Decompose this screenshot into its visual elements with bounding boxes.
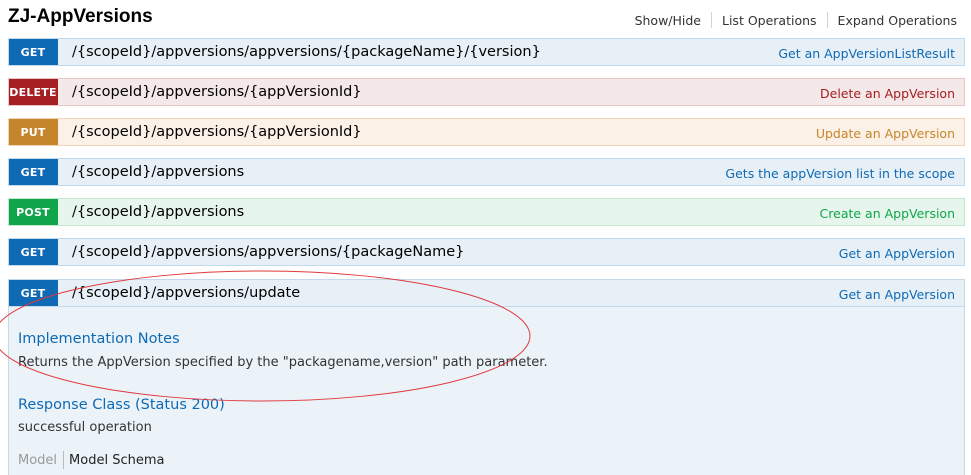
operation-row[interactable]: DELETE /{scopeId}/appversions/{appVersio… — [8, 78, 965, 106]
method-badge[interactable]: GET — [9, 39, 58, 65]
method-badge[interactable]: POST — [9, 199, 58, 225]
operation-summary[interactable]: Create an AppVersion — [820, 206, 955, 221]
list-operations-link[interactable]: List Operations — [722, 13, 817, 28]
response-class-heading: Response Class (Status 200) — [18, 397, 225, 413]
operation-path[interactable]: /{scopeId}/appversions/{appVersionId} — [72, 84, 362, 100]
operation-summary[interactable]: Get an AppVersion — [839, 246, 955, 261]
method-badge[interactable]: GET — [9, 239, 58, 265]
show-hide-link[interactable]: Show/Hide — [635, 13, 701, 28]
method-badge[interactable]: GET — [9, 159, 58, 185]
link-divider — [826, 12, 828, 28]
operation-summary[interactable]: Get an AppVersion — [839, 287, 955, 302]
method-badge[interactable]: DELETE — [9, 79, 58, 105]
operation-path[interactable]: /{scopeId}/appversions/appversions/{pack… — [72, 244, 464, 260]
link-divider — [711, 12, 712, 28]
method-badge[interactable]: GET — [9, 280, 58, 306]
resource-links: Show/Hide List Operations Expand Operati… — [635, 12, 957, 28]
tab-model-schema[interactable]: Model Schema — [69, 453, 164, 468]
operation-path[interactable]: /{scopeId}/appversions/appversions/{pack… — [72, 44, 541, 60]
resource-header: ZJ-AppVersions Show/Hide List Operations… — [0, 0, 971, 36]
implementation-notes-text: Returns the AppVersion specified by the … — [18, 355, 548, 370]
operation-summary[interactable]: Update an AppVersion — [816, 126, 955, 141]
operation-row-expanded[interactable]: GET /{scopeId}/appversions/update Get an… — [8, 279, 965, 307]
operation-path[interactable]: /{scopeId}/appversions — [72, 204, 244, 220]
operation-summary[interactable]: Gets the appVersion list in the scope — [725, 166, 955, 181]
operation-row[interactable]: GET /{scopeId}/appversions/appversions/{… — [8, 38, 965, 66]
operation-row[interactable]: GET /{scopeId}/appversions/appversions/{… — [8, 238, 965, 266]
operation-path[interactable]: /{scopeId}/appversions/update — [72, 285, 300, 301]
operation-summary[interactable]: Delete an AppVersion — [820, 86, 955, 101]
operation-row[interactable]: PUT /{scopeId}/appversions/{appVersionId… — [8, 118, 965, 146]
tab-divider — [63, 451, 65, 469]
method-badge[interactable]: PUT — [9, 119, 58, 145]
resource-title[interactable]: ZJ-AppVersions — [8, 6, 153, 28]
tab-model[interactable]: Model — [18, 453, 57, 468]
operation-path[interactable]: /{scopeId}/appversions — [72, 164, 244, 180]
implementation-notes-heading: Implementation Notes — [18, 331, 180, 347]
model-tabs: Model Model Schema — [18, 451, 164, 469]
operation-path[interactable]: /{scopeId}/appversions/{appVersionId} — [72, 124, 362, 140]
operation-details-panel: Implementation Notes Returns the AppVers… — [8, 307, 965, 475]
response-class-text: successful operation — [18, 420, 152, 435]
operation-row[interactable]: GET /{scopeId}/appversions Gets the appV… — [8, 158, 965, 186]
expand-operations-link[interactable]: Expand Operations — [838, 13, 957, 28]
operation-summary[interactable]: Get an AppVersionListResult — [778, 46, 955, 61]
operation-row[interactable]: POST /{scopeId}/appversions Create an Ap… — [8, 198, 965, 226]
